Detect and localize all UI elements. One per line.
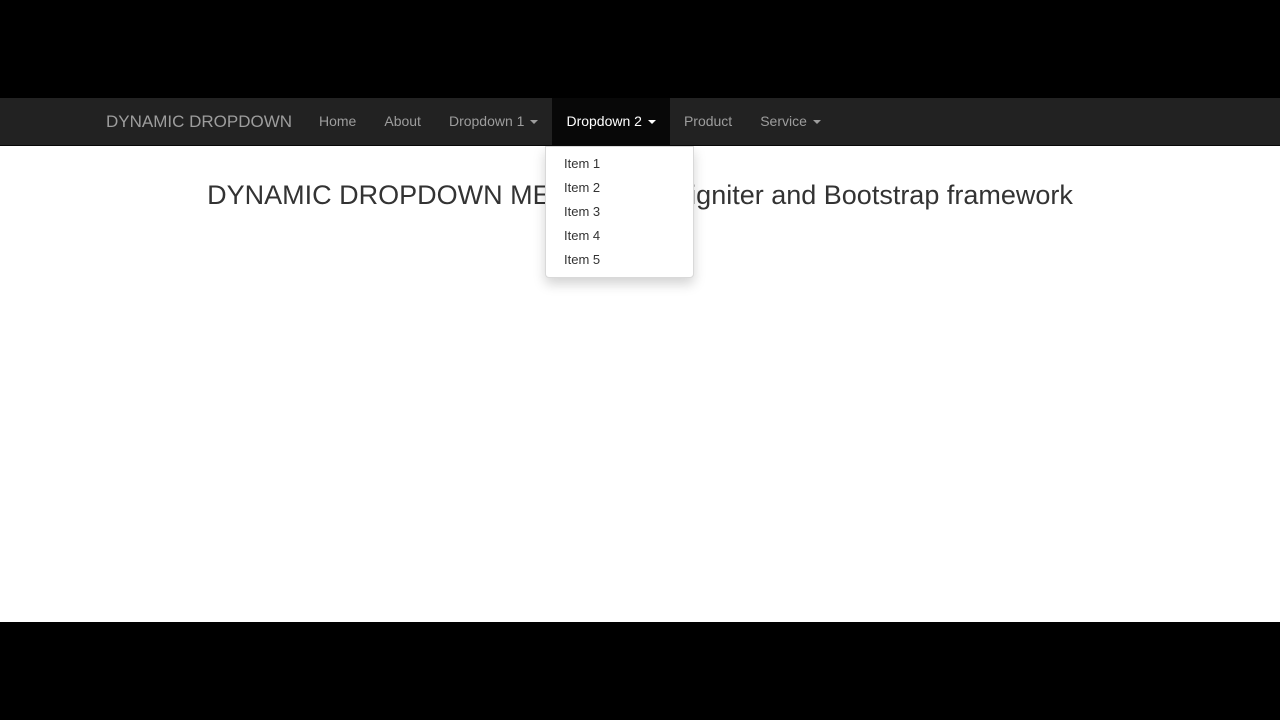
- nav-item-label: Service: [760, 113, 807, 129]
- nav-item-home[interactable]: Home: [305, 98, 370, 145]
- dropdown-item-5[interactable]: Item 5: [546, 248, 693, 272]
- navbar: DYNAMIC DROPDOWN Home About Dropdown 1 D…: [0, 98, 1280, 146]
- nav-item-label: Dropdown 2: [566, 113, 642, 129]
- caret-down-icon: [530, 119, 539, 124]
- browser-viewport: DYNAMIC DROPDOWN Home About Dropdown 1 D…: [0, 98, 1280, 622]
- nav-item-label: Home: [319, 113, 357, 129]
- nav-item-product[interactable]: Product: [670, 98, 746, 145]
- caret-down-icon: [647, 119, 656, 124]
- navbar-brand[interactable]: DYNAMIC DROPDOWN: [106, 98, 292, 145]
- nav-menu: Home About Dropdown 1 Dropdown 2 Product…: [305, 98, 835, 145]
- dropdown-item-1[interactable]: Item 1: [546, 152, 693, 176]
- nav-item-label: About: [384, 113, 421, 129]
- dropdown-item-3[interactable]: Item 3: [546, 200, 693, 224]
- nav-item-about[interactable]: About: [370, 98, 435, 145]
- nav-item-label: Dropdown 1: [448, 113, 525, 129]
- dropdown-item-4[interactable]: Item 4: [546, 224, 693, 248]
- caret-down-icon: [812, 119, 821, 124]
- nav-item-service[interactable]: Service: [746, 98, 835, 145]
- nav-item-dropdown-1[interactable]: Dropdown 1: [435, 98, 553, 145]
- nav-item-label: Product: [683, 113, 733, 129]
- dropdown-item-2[interactable]: Item 2: [546, 176, 693, 200]
- nav-item-dropdown-2[interactable]: Dropdown 2: [552, 98, 670, 145]
- dropdown-menu: Item 1 Item 2 Item 3 Item 4 Item 5: [545, 146, 694, 278]
